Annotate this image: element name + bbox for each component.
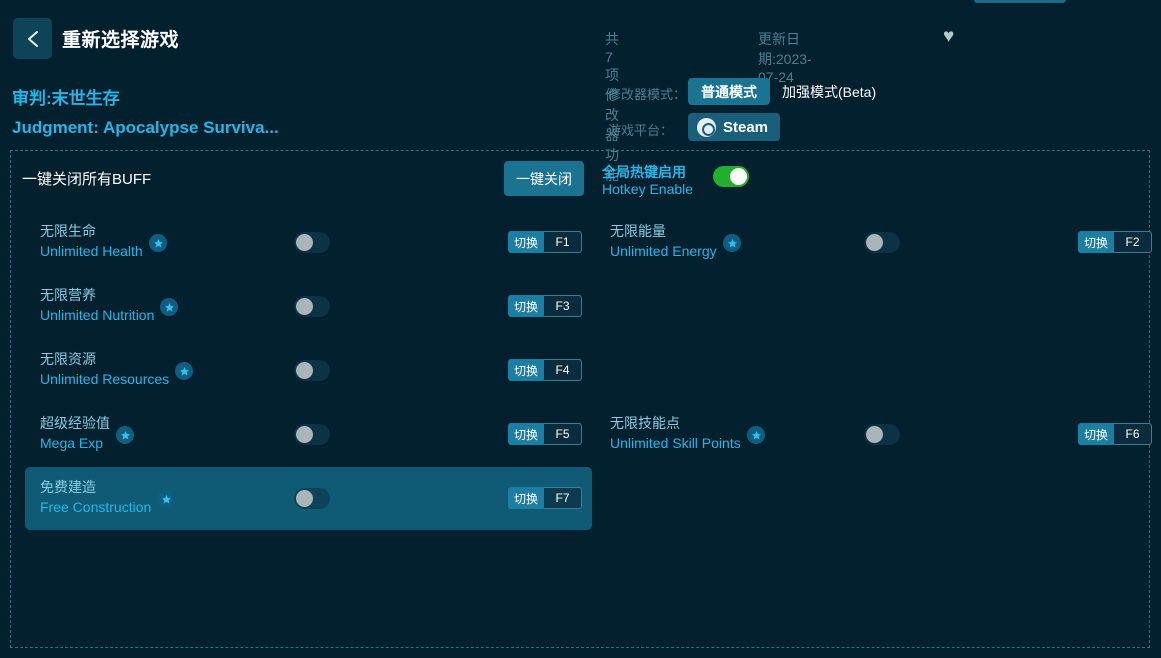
heart-icon[interactable]: ♥ [943, 27, 954, 47]
star-icon [723, 234, 741, 252]
cheat-toggle[interactable] [294, 488, 330, 509]
cheat-label-en: Unlimited Energy [610, 243, 717, 259]
toggle-knob [866, 234, 883, 251]
cheat-labels: 免费建造 Free Construction [40, 478, 151, 517]
cheat-toggle[interactable] [294, 360, 330, 381]
toggle-knob [730, 168, 747, 185]
star-icon [157, 490, 175, 508]
hotkey-action-label: 切换 [508, 295, 545, 317]
back-button[interactable] [13, 18, 52, 59]
toggle-knob [866, 426, 883, 443]
steam-icon [697, 117, 716, 137]
star-icon [747, 426, 765, 444]
cheat-labels: 超级经验值 Mega Exp [40, 414, 110, 453]
cheat-label-cn: 无限营养 [40, 287, 96, 303]
cheat-row[interactable]: 无限营养 Unlimited Nutrition 切换 F3 [25, 275, 592, 338]
cheat-label-en: Free Construction [40, 499, 152, 515]
toggle-knob [296, 490, 313, 507]
cheat-label-en: Unlimited Resources [40, 371, 170, 387]
hotkey-button[interactable]: 切换 F7 [508, 487, 583, 509]
cheat-label-cn: 无限能量 [610, 223, 666, 239]
hotkey-button[interactable]: 切换 F1 [508, 231, 583, 253]
mode-normal-button[interactable]: 普通模式 [688, 78, 770, 105]
hotkey-button[interactable]: 切换 F4 [508, 359, 583, 381]
hotkey-action-label: 切换 [508, 231, 545, 253]
star-icon [175, 362, 193, 380]
cheat-labels: 无限技能点 Unlimited Skill Points [610, 414, 741, 453]
cheat-row[interactable]: 无限技能点 Unlimited Skill Points 切换 F6 [595, 403, 1161, 466]
toggle-knob [296, 426, 313, 443]
cheat-label-cn: 免费建造 [40, 479, 96, 495]
hotkey-key-label: F5 [544, 423, 583, 445]
close-all-buffs-label: 一键关闭所有BUFF [22, 171, 152, 188]
hotkey-button[interactable]: 切换 F3 [508, 295, 583, 317]
hotkey-key-label: F1 [544, 231, 583, 253]
cheat-row[interactable]: 免费建造 Free Construction 切换 F7 [25, 467, 592, 530]
chevron-left-icon [26, 29, 40, 49]
page-header: 重新选择游戏 共7项修改器功能 更新日期:2023-07-24 ♥ 审判:末世生… [0, 0, 1161, 183]
star-icon [116, 426, 134, 444]
cheat-row[interactable]: 无限生命 Unlimited Health 切换 F1 [25, 211, 592, 274]
cheat-label-cn: 无限资源 [40, 351, 96, 367]
toggle-knob [296, 298, 313, 315]
cheat-row[interactable]: 无限能量 Unlimited Energy 切换 F2 [595, 211, 1161, 274]
hotkey-action-label: 切换 [508, 359, 545, 381]
cheat-label-en: Unlimited Skill Points [610, 435, 741, 451]
cheat-label-en: Mega Exp [40, 435, 104, 451]
cheat-labels: 无限营养 Unlimited Nutrition [40, 286, 154, 325]
cheat-label-en: Unlimited Health [40, 243, 143, 259]
cheat-row[interactable]: 无限资源 Unlimited Resources 切换 F4 [25, 339, 592, 402]
cheat-toggle[interactable] [294, 296, 330, 317]
mode-label: 修改器模式： [608, 87, 687, 102]
hotkey-key-label: F6 [1114, 423, 1153, 445]
star-icon [149, 234, 167, 252]
update-date: 更新日期:2023-07-24 [758, 31, 812, 85]
cheat-label-cn: 无限生命 [40, 223, 96, 239]
platform-name: Steam [723, 118, 769, 136]
hotkey-button[interactable]: 切换 F5 [508, 423, 583, 445]
cheat-labels: 无限生命 Unlimited Health [40, 222, 143, 261]
page-title: 重新选择游戏 [62, 30, 180, 51]
hotkey-action-label: 切换 [1078, 231, 1115, 253]
hotkey-action-label: 切换 [508, 487, 545, 509]
close-all-button[interactable]: 一键关闭 [504, 161, 584, 196]
hotkey-key-label: F3 [544, 295, 583, 317]
platform-label: 游戏平台： [608, 123, 674, 138]
hotkey-action-label: 切换 [508, 423, 545, 445]
cheat-toggle[interactable] [294, 232, 330, 253]
cheat-toggle[interactable] [864, 232, 900, 253]
cheat-toggle[interactable] [294, 424, 330, 445]
hotkey-key-label: F2 [1114, 231, 1153, 253]
hotkey-key-label: F7 [544, 487, 583, 509]
mode-beta-button[interactable]: 加强模式(Beta) [777, 78, 881, 105]
hotkey-enable-toggle[interactable] [713, 166, 749, 187]
cheat-labels: 无限资源 Unlimited Resources [40, 350, 169, 389]
star-icon [160, 298, 178, 316]
hotkey-button[interactable]: 切换 F2 [1078, 231, 1153, 253]
game-name-cn: 审判:末世生存 [12, 89, 120, 108]
game-name-en: Judgment: Apocalypse Surviva... [12, 118, 279, 137]
hotkey-key-label: F4 [544, 359, 583, 381]
hotkey-enable-label-en: Hotkey Enable [602, 181, 694, 197]
cheat-row[interactable]: 超级经验值 Mega Exp 切换 F5 [25, 403, 592, 466]
toggle-knob [296, 362, 313, 379]
cheat-toggle[interactable] [864, 424, 900, 445]
hotkey-button[interactable]: 切换 F6 [1078, 423, 1153, 445]
cheat-label-en: Unlimited Nutrition [40, 307, 155, 323]
cheat-labels: 无限能量 Unlimited Energy [610, 222, 717, 261]
hotkey-enable-label-cn: 全局热键启用 [602, 164, 686, 180]
cheat-label-cn: 超级经验值 [40, 415, 110, 431]
cheat-label-cn: 无限技能点 [610, 415, 680, 431]
hotkey-action-label: 切换 [1078, 423, 1115, 445]
platform-steam-button[interactable]: Steam [688, 113, 781, 141]
toggle-knob [296, 234, 313, 251]
